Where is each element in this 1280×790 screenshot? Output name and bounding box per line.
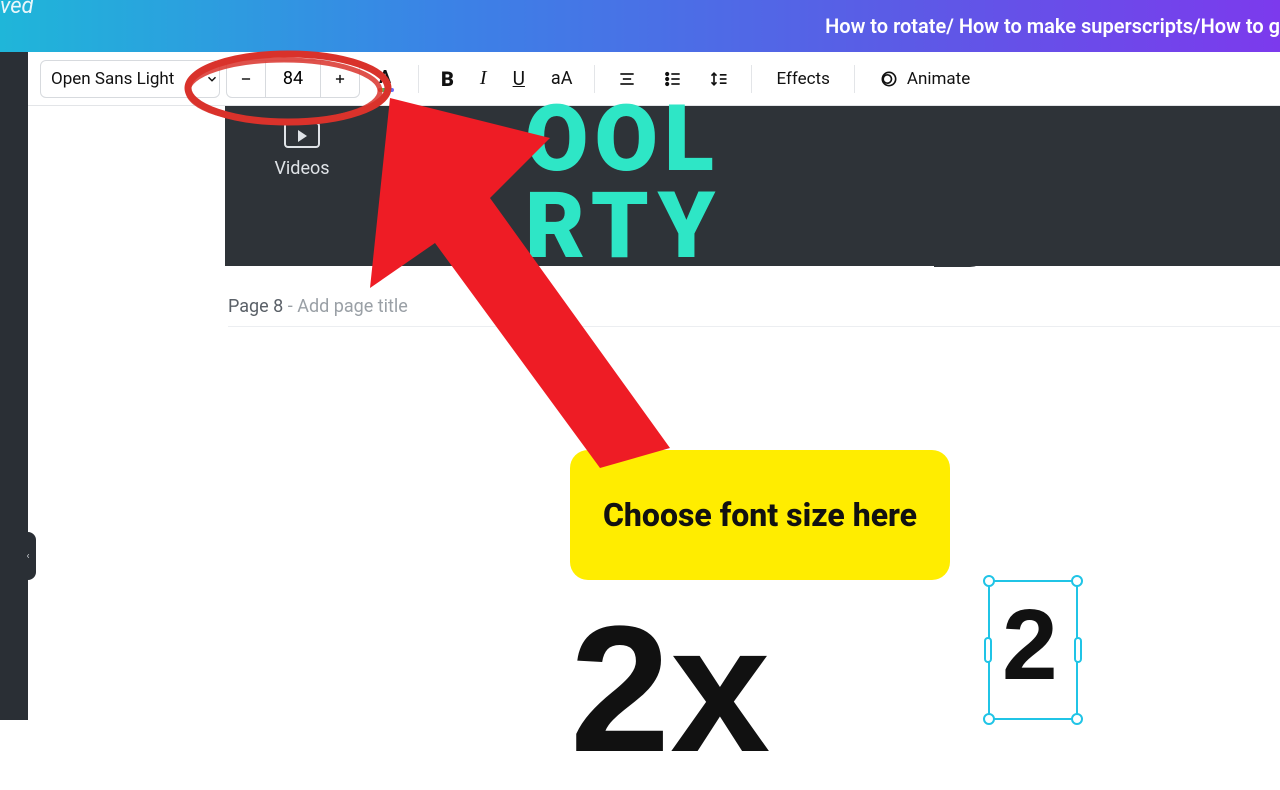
font-family-select[interactable]: Open Sans Light: [40, 60, 220, 98]
header-status-text: ved: [0, 0, 34, 19]
annotation-callout-text: Choose font size here: [603, 496, 917, 534]
text-color-icon: A: [376, 69, 396, 89]
chevron-down-icon: [205, 72, 219, 86]
selection-box[interactable]: 2: [988, 580, 1078, 720]
font-size-decrease-button[interactable]: [227, 60, 265, 98]
thumbnail-text-line1: OOL: [525, 96, 723, 183]
bold-icon: B: [441, 67, 454, 91]
canvas-text-main[interactable]: 2x: [570, 600, 770, 780]
page-label-sep: -: [283, 296, 297, 317]
left-rail: ‹: [0, 52, 28, 720]
italic-button[interactable]: I: [470, 60, 497, 98]
resize-handle-br[interactable]: [1071, 713, 1083, 725]
font-size-input[interactable]: [265, 61, 321, 97]
sidebar-item-label: Videos: [253, 158, 351, 179]
page-number: Page 8: [228, 296, 283, 317]
app-header: ved How to rotate/ How to make superscri…: [0, 0, 1280, 52]
toolbar-separator: [751, 65, 752, 93]
page-label[interactable]: Page 8 - Add page title: [228, 296, 408, 317]
text-color-button[interactable]: A: [366, 60, 406, 98]
collapse-panel-handle[interactable]: ‹: [20, 532, 36, 580]
sidebar-item-videos[interactable]: Videos: [253, 122, 351, 179]
canvas-text-superscript[interactable]: 2: [1002, 588, 1058, 703]
animate-button[interactable]: Animate: [867, 60, 982, 98]
page-title-placeholder: Add page title: [297, 296, 408, 317]
resize-handle-tl[interactable]: [983, 575, 995, 587]
toolbar-separator: [854, 65, 855, 93]
resize-handle-left[interactable]: [984, 637, 992, 663]
font-family-name: Open Sans Light: [51, 69, 205, 89]
thumbnail-text-line2: RTY: [525, 183, 723, 270]
resize-handle-bl[interactable]: [983, 713, 995, 725]
effects-label: Effects: [776, 69, 829, 89]
animate-label: Animate: [907, 69, 970, 89]
page-thumbnail-strip: Videos OOL RTY: [225, 106, 1280, 266]
font-size-stepper: [226, 60, 360, 98]
italic-icon: I: [480, 67, 487, 90]
video-icon: [284, 122, 320, 148]
header-title-text: How to rotate/ How to make superscripts/…: [825, 14, 1280, 38]
animate-icon: [879, 69, 899, 89]
underline-icon: U: [513, 67, 525, 90]
resize-handle-right[interactable]: [1074, 637, 1082, 663]
bold-button[interactable]: B: [431, 60, 464, 98]
font-size-increase-button[interactable]: [321, 60, 359, 98]
annotation-callout: Choose font size here: [570, 450, 950, 580]
thumbnail-text: OOL RTY: [525, 96, 723, 271]
resize-handle-tr[interactable]: [1071, 575, 1083, 587]
toolbar-separator: [418, 65, 419, 93]
effects-button[interactable]: Effects: [764, 60, 841, 98]
